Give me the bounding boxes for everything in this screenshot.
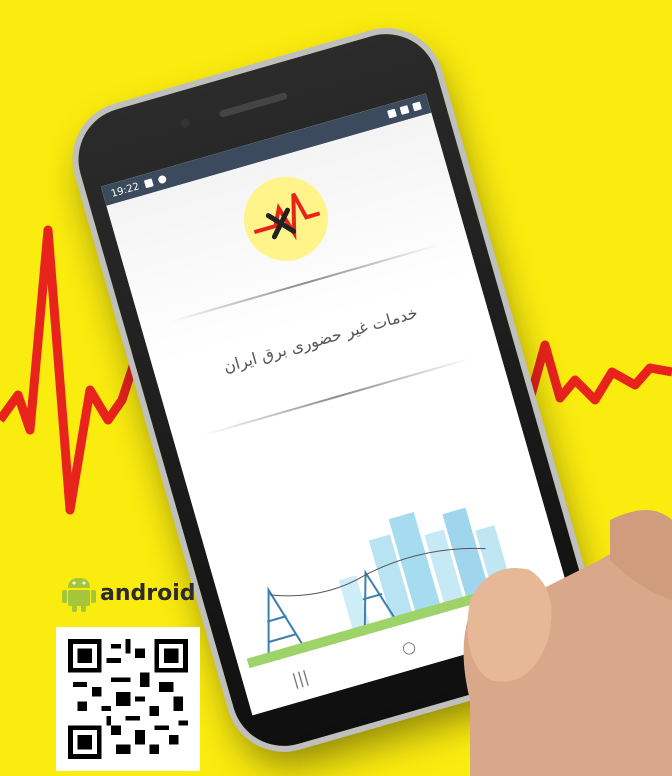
- earpiece-speaker: [218, 91, 288, 118]
- advertisement-canvas: 19:22 خدمات غیر حضوری برق ایران ||| ○ ‹ …: [0, 0, 672, 776]
- qr-code-pattern: [68, 639, 188, 759]
- battery-icon: [412, 101, 422, 112]
- app-title: خدمات غیر حضوری برق ایران: [221, 302, 420, 377]
- electricity-logo-icon: [233, 166, 338, 271]
- android-badge: android: [62, 574, 196, 612]
- front-camera: [179, 117, 191, 130]
- android-label-text: android: [100, 580, 196, 606]
- notification-icon-2: [157, 174, 168, 185]
- signal-icon: [399, 105, 410, 115]
- back-button[interactable]: ‹: [495, 601, 539, 630]
- wifi-icon: [387, 108, 397, 119]
- qr-code[interactable]: [56, 627, 200, 771]
- home-button[interactable]: ○: [387, 632, 431, 661]
- notification-icon: [143, 178, 154, 189]
- recent-apps-button[interactable]: |||: [278, 663, 322, 692]
- android-robot-icon: [62, 578, 96, 612]
